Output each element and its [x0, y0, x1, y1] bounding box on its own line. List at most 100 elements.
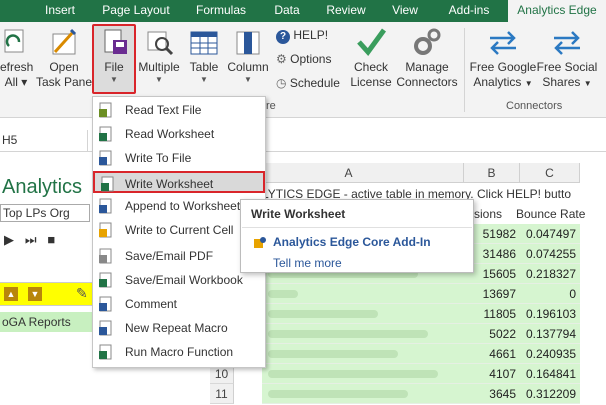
- pane-toolbar: ▲ ▼ ✎: [0, 282, 94, 306]
- table-cell-a[interactable]: [262, 384, 464, 404]
- chevron-down-icon: ▼: [200, 75, 208, 84]
- redacted-text: [268, 390, 408, 398]
- table-button[interactable]: Table ▼: [186, 26, 222, 85]
- menu-item[interactable]: Comment: [93, 293, 265, 315]
- free-google-analytics-button[interactable]: Free Google Analytics ▼: [468, 26, 538, 91]
- free-social-shares-button[interactable]: Free Social Shares ▼: [536, 26, 598, 91]
- menu-item[interactable]: Write Worksheet: [93, 171, 265, 193]
- task-pane-label: Task Pane: [36, 75, 93, 89]
- table-cell-bounce-rate[interactable]: 0.240935: [520, 344, 580, 364]
- transfer-arrows-icon: [486, 26, 520, 58]
- table-cell-bounce-rate[interactable]: 0: [520, 284, 580, 304]
- name-box[interactable]: H5: [0, 130, 88, 152]
- ribbon-tab-bar: Insert Page Layout Formulas Data Review …: [0, 0, 606, 22]
- tab-analytics-edge[interactable]: Analytics Edge: [508, 0, 606, 22]
- move-up-icon[interactable]: ▲: [4, 287, 18, 301]
- group-label-connectors: Connectors: [506, 100, 563, 112]
- tab-page-layout[interactable]: Page Layout: [96, 0, 176, 22]
- table-label: Table: [189, 60, 219, 74]
- pencil-icon[interactable]: ✎: [76, 285, 88, 302]
- tab-add-ins[interactable]: Add-ins: [438, 0, 500, 22]
- table-cell-bounce-rate[interactable]: 0.074255: [520, 244, 580, 264]
- tooltip-divider: [242, 227, 472, 228]
- column-icon: [231, 26, 265, 58]
- header-bounce-rate[interactable]: Bounce Rate: [516, 204, 585, 224]
- tab-formulas[interactable]: Formulas: [188, 0, 254, 22]
- refresh-all-button[interactable]: efresh All ▾: [0, 26, 33, 90]
- table-cell-a[interactable]: [262, 324, 464, 344]
- help-button[interactable]: ? HELP!: [276, 28, 328, 44]
- file-button-highlight: [92, 24, 136, 94]
- play-icon[interactable]: ▶: [4, 232, 14, 247]
- table-cell-bounce-rate[interactable]: 0.137794: [520, 324, 580, 344]
- menu-item-label: Write to Current Cell: [125, 223, 234, 237]
- menu-item[interactable]: New Repeat Macro: [93, 317, 265, 339]
- menu-item[interactable]: Write To File: [93, 147, 265, 169]
- shares-label: Shares: [542, 75, 581, 89]
- open-task-pane-button[interactable]: Open Task Pane: [36, 26, 92, 90]
- tab-insert[interactable]: Insert: [36, 0, 84, 22]
- repeat-icon: [98, 320, 114, 336]
- column-button[interactable]: Column ▼: [226, 26, 270, 85]
- play-icon: [98, 344, 114, 360]
- table-cell-sessions[interactable]: 4107: [464, 364, 520, 384]
- tell-me-more-link[interactable]: Tell me more: [273, 256, 342, 270]
- multiple-label: Multiple: [138, 60, 180, 74]
- table-cell-sessions[interactable]: 3645: [464, 384, 520, 404]
- options-button[interactable]: ⚙ Options: [276, 52, 331, 66]
- pane-report-item[interactable]: oGA Reports: [0, 312, 94, 332]
- menu-item[interactable]: Read Text File: [93, 99, 265, 121]
- table-cell-a[interactable]: [262, 284, 464, 304]
- macro-select[interactable]: Top LPs Org: [0, 204, 90, 222]
- column-header-a[interactable]: A: [234, 163, 464, 183]
- row-number[interactable]: 11: [210, 384, 234, 404]
- check-license-button[interactable]: Check License: [348, 26, 394, 90]
- column-header-c[interactable]: C: [520, 163, 580, 183]
- table-cell-a[interactable]: [262, 344, 464, 364]
- tab-data[interactable]: Data: [266, 0, 308, 22]
- table-cell-sessions[interactable]: 4661: [464, 344, 520, 364]
- multiple-icon: [142, 26, 176, 58]
- table-cell-a[interactable]: [262, 364, 464, 384]
- tooltip-title: Write Worksheet: [251, 207, 346, 221]
- menu-item-label: Write Worksheet: [125, 177, 214, 191]
- menu-item[interactable]: Read Worksheet: [93, 123, 265, 145]
- tab-review[interactable]: Review: [320, 0, 372, 22]
- column-header-b[interactable]: B: [464, 163, 520, 183]
- tab-home[interactable]: [0, 0, 22, 22]
- table-cell-bounce-rate[interactable]: 0.047497: [520, 224, 580, 244]
- menu-item[interactable]: Run Macro Function: [93, 341, 265, 363]
- pdf-icon: [98, 248, 114, 264]
- analytics-edge-task-pane: Analytics Top LPs Org ▶ ⏭ ■ ▲ ▼ ✎ oGA Re…: [0, 152, 94, 405]
- help-label: HELP!: [293, 28, 329, 42]
- tab-view[interactable]: View: [384, 0, 426, 22]
- help-icon: ?: [276, 30, 290, 44]
- menu-item-label: Append to Worksheet: [125, 199, 241, 213]
- move-down-icon[interactable]: ▼: [28, 287, 42, 301]
- stop-icon[interactable]: ■: [47, 232, 55, 247]
- addin-icon: [253, 236, 267, 250]
- multiple-button[interactable]: Multiple ▼: [136, 26, 182, 85]
- append-icon: [98, 198, 114, 214]
- table-cell-a[interactable]: [262, 304, 464, 324]
- license-label: License: [350, 75, 392, 89]
- menu-item-label: Read Text File: [125, 103, 202, 117]
- manage-label: Manage: [405, 60, 449, 74]
- formula-bar: H5: [0, 130, 606, 152]
- table-cell-bounce-rate[interactable]: 0.312209: [520, 384, 580, 404]
- table-cell-sessions[interactable]: 11805: [464, 304, 520, 324]
- schedule-button[interactable]: ◷ Schedule: [276, 76, 340, 90]
- menu-item-label: Save/Email PDF: [125, 249, 214, 263]
- connectors-label: Connectors: [396, 75, 458, 89]
- table-cell-bounce-rate[interactable]: 0.164841: [520, 364, 580, 384]
- tooltip-addin-link[interactable]: Analytics Edge Core Add-In: [273, 235, 431, 249]
- table-cell-bounce-rate[interactable]: 0.196103: [520, 304, 580, 324]
- column-label: Column: [227, 60, 269, 74]
- table-cell-sessions[interactable]: 5022: [464, 324, 520, 344]
- table-cell-bounce-rate[interactable]: 0.218327: [520, 264, 580, 284]
- header-sessions[interactable]: sions: [474, 204, 502, 224]
- ribbon-separator: [464, 28, 465, 112]
- step-icon[interactable]: ⏭: [25, 232, 37, 247]
- table-cell-sessions[interactable]: 13697: [464, 284, 520, 304]
- manage-connectors-button[interactable]: Manage Connectors: [396, 26, 458, 90]
